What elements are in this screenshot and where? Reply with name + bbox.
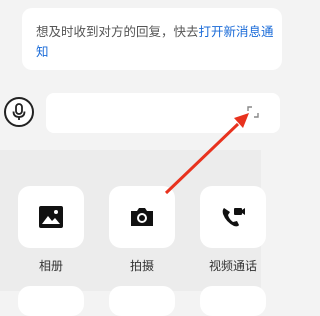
microphone-icon xyxy=(12,103,26,120)
notification-banner: 想及时收到对方的回复，快去打开新消息通 知 xyxy=(22,8,282,70)
enable-notification-link[interactable]: 打开新消息通 xyxy=(199,24,274,39)
notice-text: 想及时收到对方的回复，快去 xyxy=(36,24,199,39)
camera-icon xyxy=(131,208,153,226)
message-input-bar xyxy=(0,85,280,140)
voice-input-button[interactable] xyxy=(4,97,34,127)
video-call-icon xyxy=(222,208,245,227)
capture-label: 拍摄 xyxy=(129,259,154,273)
album-button[interactable] xyxy=(18,186,84,248)
more-actions-panel: 相册 拍摄 视频通话 xyxy=(0,150,266,316)
video-call-button[interactable] xyxy=(200,186,266,248)
message-input[interactable] xyxy=(46,93,280,133)
image-icon xyxy=(39,206,63,228)
expand-icon[interactable] xyxy=(246,105,260,119)
album-label: 相册 xyxy=(38,259,63,273)
notice-text-continued[interactable]: 知 xyxy=(36,44,49,59)
capture-button[interactable] xyxy=(109,186,175,248)
video-call-label: 视频通话 xyxy=(208,259,257,273)
